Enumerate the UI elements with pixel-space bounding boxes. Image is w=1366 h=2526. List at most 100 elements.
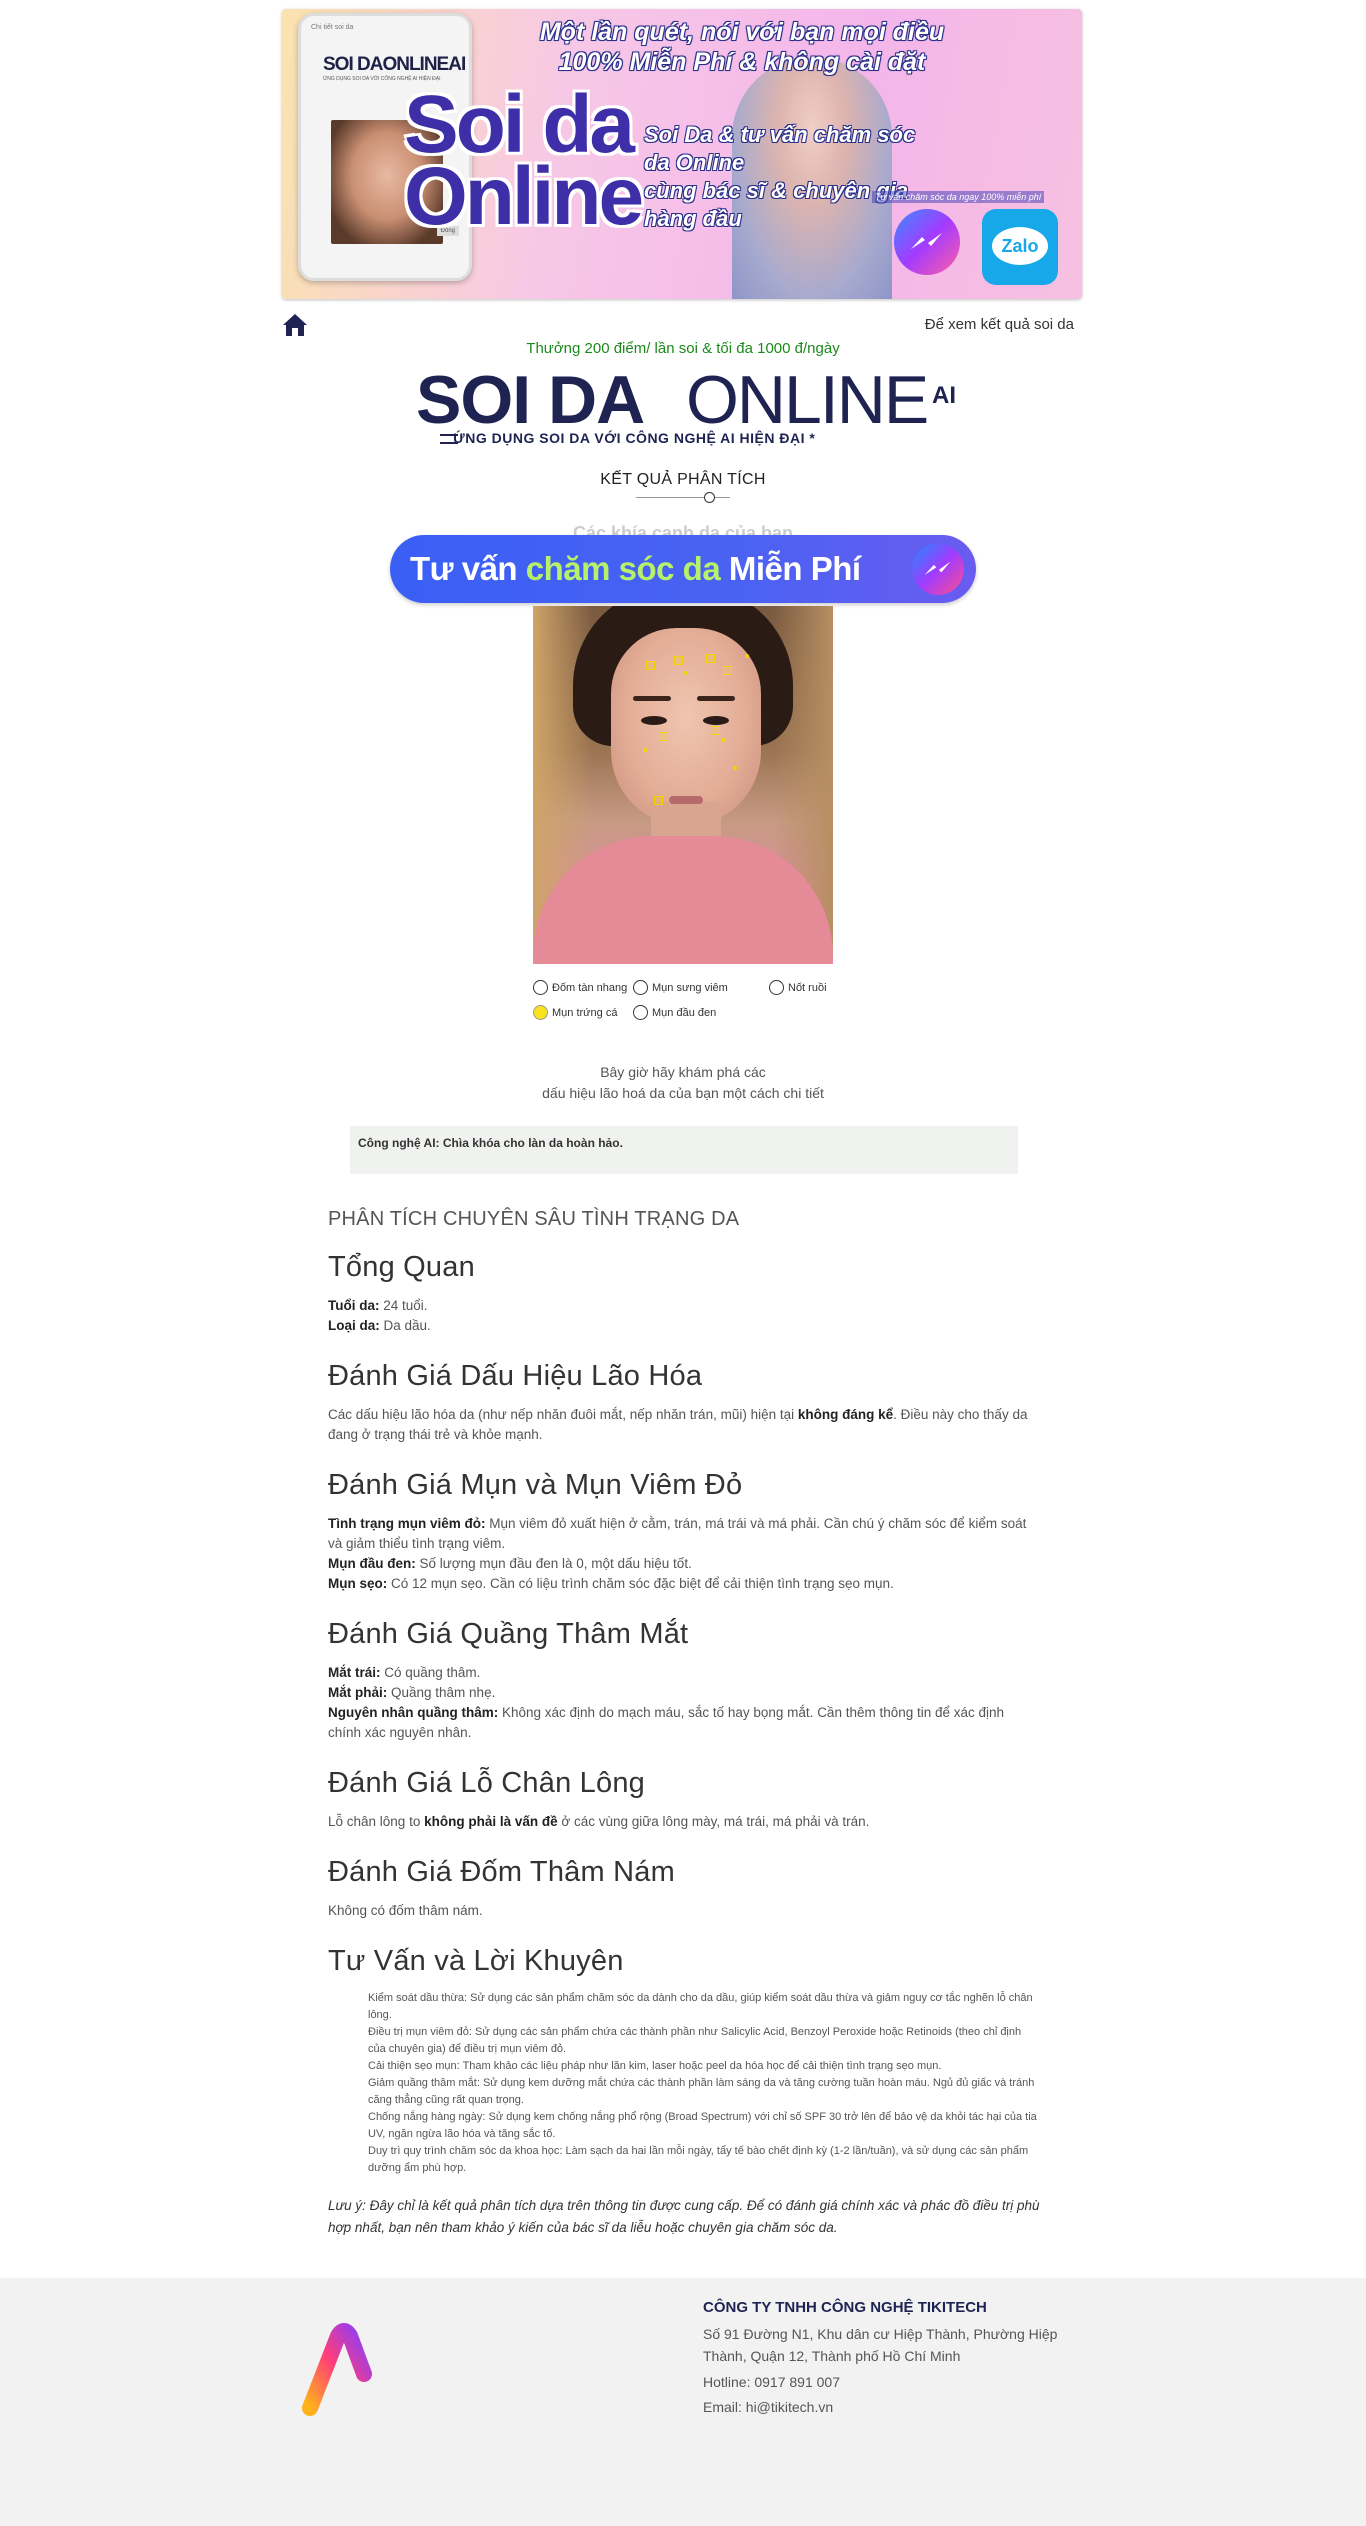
overview-text: Tuổi da: 24 tuổi. Loại da: Da dầu. (328, 1296, 1040, 1336)
promo-banner[interactable]: Chi tiết soi da SOI DAONLINEAI ỨNG DỤNG … (282, 9, 1082, 299)
photo-mouth (669, 796, 703, 804)
left-eye-value: Có quầng thâm. (380, 1665, 481, 1680)
messenger-icon[interactable] (894, 209, 960, 275)
acne-dot (733, 766, 737, 770)
messenger-icon (912, 543, 964, 595)
explore-line2: dấu hiệu lão hoá da của bạn một cách chi… (542, 1085, 824, 1101)
banner-big-title: Soi da Online (404, 84, 644, 242)
legend-label: Mụn trứng cá (552, 1006, 618, 1019)
view-result-link[interactable]: Để xem kết quả soi da (925, 316, 1074, 333)
acne-marker (711, 726, 720, 735)
email[interactable]: Email: hi@tikitech.vn (703, 2399, 833, 2415)
logo-tagline: ỨNG DỤNG SOI DA VỚI CÔNG NGHỆ AI HIỆN ĐẠ… (440, 430, 815, 446)
legend-item-acne[interactable]: Mụn trứng cá (533, 1005, 617, 1020)
ai-note-text: Công nghệ AI: Chìa khóa cho làn da hoàn … (358, 1136, 623, 1150)
radio-icon (633, 1005, 648, 1020)
scar-label: Mụn sẹo: (328, 1576, 388, 1591)
spot-title: Đánh Giá Đốm Thâm Nám (328, 1856, 675, 1888)
radio-icon (769, 980, 784, 995)
acne-title: Đánh Giá Mụn và Mụn Viêm Đỏ (328, 1469, 743, 1501)
inflam-label: Tình trạng mụn viêm đỏ: (328, 1516, 486, 1531)
advice-list: Kiểm soát dầu thừa: Sử dụng các sản phẩm… (368, 1990, 1040, 2177)
dark-circle-text: Mắt trái: Có quầng thâm. Mắt phải: Quầng… (328, 1663, 1040, 1743)
blackhead-value: Số lượng mụn đầu đen là 0, một dấu hiệu … (415, 1556, 692, 1571)
acne-marker (659, 732, 668, 741)
logo-light: ONLINE (686, 362, 929, 438)
logo-tagline-text: ỨNG DỤNG SOI DA VỚI CÔNG NGHỆ AI HIỆN ĐẠ… (453, 430, 816, 446)
cta-part2: chăm sóc da (525, 550, 721, 587)
radio-icon (533, 980, 548, 995)
marker-legend: Đốm tàn nhang Mụn sưng viêm Nốt ruồi Mụn… (533, 980, 843, 1024)
cta-part1: Tư vấn (410, 550, 526, 587)
free-consult-label: Tư vấn chăm sóc da Miễn Phí (410, 535, 861, 603)
acne-dot (643, 748, 647, 752)
advice-item: Chống nắng hàng ngày: Sử dụng kem chống … (368, 2111, 1037, 2140)
free-consult-button[interactable]: Tư vấn chăm sóc da Miễn Phí (390, 535, 976, 603)
ai-logo-icon[interactable] (302, 2322, 402, 2418)
acne-text: Tình trạng mụn viêm đỏ: Mụn viêm đỏ xuất… (328, 1514, 1040, 1594)
age-value: 24 tuổi. (379, 1298, 428, 1313)
spot-text: Không có đốm thâm nám. (328, 1903, 483, 1918)
hotline[interactable]: Hotline: 0917 891 007 (703, 2374, 840, 2390)
radio-icon (533, 1005, 548, 1020)
legend-item-freckles[interactable]: Đốm tàn nhang (533, 980, 627, 995)
acne-marker (674, 656, 683, 665)
legend-label: Mụn sưng viêm (652, 981, 728, 994)
explore-text: Bây giờ hãy khám phá các dấu hiệu lão ho… (0, 1062, 1366, 1104)
banner-sub-line1: Soi Da & tư vấn chăm sóc da Online (644, 122, 916, 175)
acne-dot (683, 671, 687, 675)
radio-icon (633, 980, 648, 995)
acne-marker (706, 654, 715, 663)
overview-title: Tổng Quan (328, 1251, 475, 1283)
acne-dot (721, 738, 725, 742)
phone-title: Chi tiết soi da (311, 24, 354, 31)
logo-ai: AI (932, 382, 956, 409)
type-label: Loại da: (328, 1318, 380, 1333)
aging-text: Các dấu hiệu lão hóa da (như nếp nhăn đu… (328, 1405, 1040, 1445)
logo-bold: SOI DA (416, 362, 645, 438)
age-label: Tuổi da: (328, 1298, 380, 1313)
disclaimer-note: Lưu ý: Đây chỉ là kết quả phân tích dựa … (328, 2198, 1040, 2235)
advice-item: Điều trị mụn viêm đỏ: Sử dụng các sản ph… (368, 2026, 1022, 2055)
legend-label: Nốt ruồi (788, 981, 827, 994)
photo-right-eye (703, 716, 729, 725)
advice-item: Duy trì quy trình chăm sóc da khoa học: … (368, 2145, 1029, 2174)
advice-item: Giảm quầng thâm mắt: Sử dụng kem dưỡng m… (368, 2077, 1035, 2106)
advice-item: Kiểm soát dầu thừa: Sử dụng các sản phẩm… (368, 1992, 1033, 2021)
cta-part3: Miễn Phí (720, 550, 861, 587)
pore-bold: không phải là vấn đề (424, 1814, 558, 1829)
dark-circle-title: Đánh Giá Quầng Thâm Mắt (328, 1618, 689, 1650)
legend-item-moles[interactable]: Nốt ruồi (769, 980, 827, 995)
banner-big-line2: Online (404, 151, 644, 242)
zalo-label: Zalo (992, 227, 1048, 265)
legend-item-inflamed-acne[interactable]: Mụn sưng viêm (633, 980, 728, 995)
banner-small-text: Tư vấn chăm sóc da ngay 100% miễn phí (872, 191, 1045, 203)
right-eye-value: Quầng thâm nhẹ. (387, 1685, 496, 1700)
blackhead-label: Mụn đầu đen: (328, 1556, 416, 1571)
home-icon[interactable] (282, 312, 308, 338)
result-title: KẾT QUẢ PHÂN TÍCH (600, 471, 766, 488)
left-eye-label: Mắt trái: (328, 1665, 381, 1680)
legend-item-blackheads[interactable]: Mụn đầu đen (633, 1005, 716, 1020)
banner-headline-line2: 100% Miễn Phí & không cài đặt (558, 48, 926, 76)
pore-text: Lỗ chân lông to không phải là vấn đề ở c… (328, 1812, 1040, 1832)
acne-marker (654, 796, 663, 805)
company-name: CÔNG TY TNHH CÔNG NGHỆ TIKITECH (703, 2299, 987, 2316)
scar-value: Có 12 mụn sẹo. Cần có liệu trình chăm só… (387, 1576, 894, 1591)
cause-label: Nguyên nhân quầng thâm: (328, 1705, 499, 1720)
photo-right-brow (697, 696, 735, 701)
pore-pre: Lỗ chân lông to (328, 1814, 425, 1829)
pore-post: ở các vùng giữa lông mày, má trái, má ph… (557, 1814, 870, 1829)
advice-title: Tư Vấn và Lời Khuyên (328, 1945, 624, 1977)
acne-marker (646, 661, 655, 670)
acne-dot (745, 654, 749, 658)
advice-item: Cải thiện sẹo mụn: Tham khảo các liệu ph… (368, 2060, 942, 2072)
soi-da-online-logo[interactable]: SOI DA ONLINE AI ỨNG DỤNG SOI DA VỚI CÔN… (416, 360, 956, 450)
skin-report: PHÂN TÍCH CHUYÊN SÂU TÌNH TRẠNG DA Tổng … (328, 1208, 1040, 2239)
zalo-icon[interactable]: Zalo (982, 209, 1058, 285)
right-eye-label: Mắt phải: (328, 1685, 388, 1700)
photo-left-eye (641, 716, 667, 725)
company-address: Số 91 Đường N1, Khu dân cư Hiệp Thành, P… (703, 2326, 1058, 2364)
face-analysis-photo (533, 606, 833, 964)
legend-label: Mụn đầu đen (652, 1006, 717, 1019)
